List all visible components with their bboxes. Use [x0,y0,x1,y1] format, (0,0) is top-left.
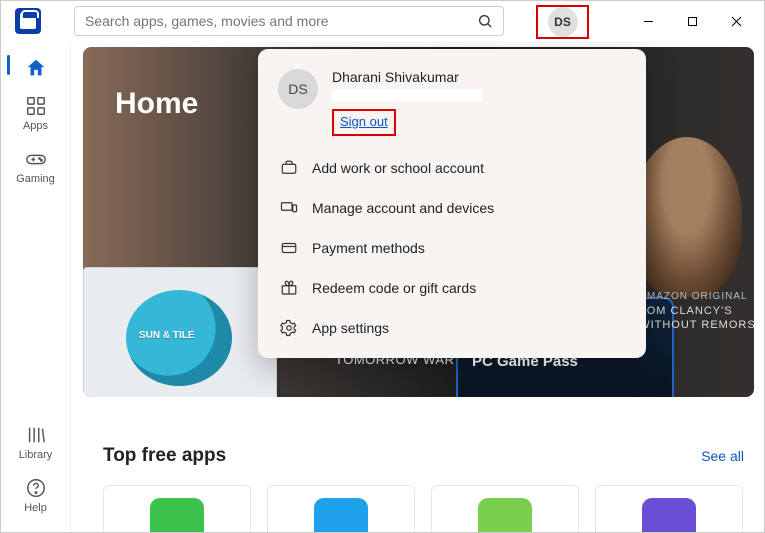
window-controls [626,1,758,41]
section-title: Top free apps [103,445,226,467]
profile-button-highlight: DS [536,5,589,39]
brand-label: AMAZON ORIGINAL [639,290,754,304]
profile-email-redacted [332,89,482,101]
store-logo-icon [15,8,41,34]
apps-icon [25,95,47,117]
see-all-link[interactable]: See all [701,448,744,464]
library-icon [25,424,47,446]
help-icon [25,477,47,499]
app-icon [150,498,204,532]
profile-name: Dharani Shivakumar [332,69,482,85]
minimize-button[interactable] [626,6,670,36]
menu-item-label: Redeem code or gift cards [312,280,476,296]
menu-item-redeem[interactable]: Redeem code or gift cards [258,268,646,308]
hero-tile-left[interactable]: SUN & TILE [83,267,277,397]
profile-button[interactable]: DS [548,7,578,37]
menu-item-label: Payment methods [312,240,425,256]
profile-menu: DS Dharani Shivakumar Sign out Add work … [258,49,646,358]
sidebar-item-gaming[interactable]: Gaming [5,140,67,193]
menu-item-manage-account[interactable]: Manage account and devices [258,188,646,228]
app-tile[interactable] [267,485,415,532]
menu-item-settings[interactable]: App settings [258,308,646,348]
page-title: Home [115,87,198,121]
sidebar-label: Help [24,502,47,514]
home-icon [25,57,47,79]
sign-out-highlight: Sign out [332,109,396,136]
close-button[interactable] [714,6,758,36]
titlebar: DS [1,1,764,41]
app-icon [478,498,532,532]
app-tile[interactable] [431,485,579,532]
sidebar-label: Apps [23,120,48,132]
menu-item-label: App settings [312,320,389,336]
hero-right-line2: WITHOUT REMORSE [639,318,754,332]
sidebar-item-apps[interactable]: Apps [5,87,67,140]
briefcase-icon [280,159,298,177]
hero-right-line1: TOM CLANCY'S [639,304,754,318]
avatar: DS [278,69,318,109]
search-box[interactable] [74,6,504,36]
sidebar-label: Library [19,449,53,461]
top-free-apps-section: Top free apps See all [103,445,744,532]
sidebar-item-help[interactable]: Help [5,469,67,522]
gaming-icon [25,148,47,170]
card-icon [280,239,298,257]
sidebar-item-library[interactable]: Library [5,416,67,469]
menu-item-label: Manage account and devices [312,200,494,216]
sidebar-item-home[interactable] [5,49,67,87]
maximize-button[interactable] [670,6,714,36]
hero-right-caption: AMAZON ORIGINAL TOM CLANCY'S WITHOUT REM… [639,290,754,332]
sign-out-link[interactable]: Sign out [340,114,388,129]
gear-icon [280,319,298,337]
hero-artwork [632,137,742,297]
active-indicator [7,55,10,75]
profile-menu-header: DS Dharani Shivakumar Sign out [258,65,646,148]
menu-item-add-account[interactable]: Add work or school account [258,148,646,188]
search-icon[interactable] [477,13,493,29]
menu-item-payment[interactable]: Payment methods [258,228,646,268]
tile-caption: SUN & TILE [139,330,195,341]
app-icon [314,498,368,532]
gift-icon [280,279,298,297]
app-tile[interactable] [103,485,251,532]
main-content: Home SUN & TILE TOMORROW WAR PC Game Pas… [73,41,764,532]
search-input[interactable] [85,13,477,29]
app-tile[interactable] [595,485,743,532]
sidebar-label: Gaming [16,173,55,185]
sidebar: Apps Gaming Library Help [1,41,71,532]
app-icon [642,498,696,532]
devices-icon [280,199,298,217]
menu-item-label: Add work or school account [312,160,484,176]
